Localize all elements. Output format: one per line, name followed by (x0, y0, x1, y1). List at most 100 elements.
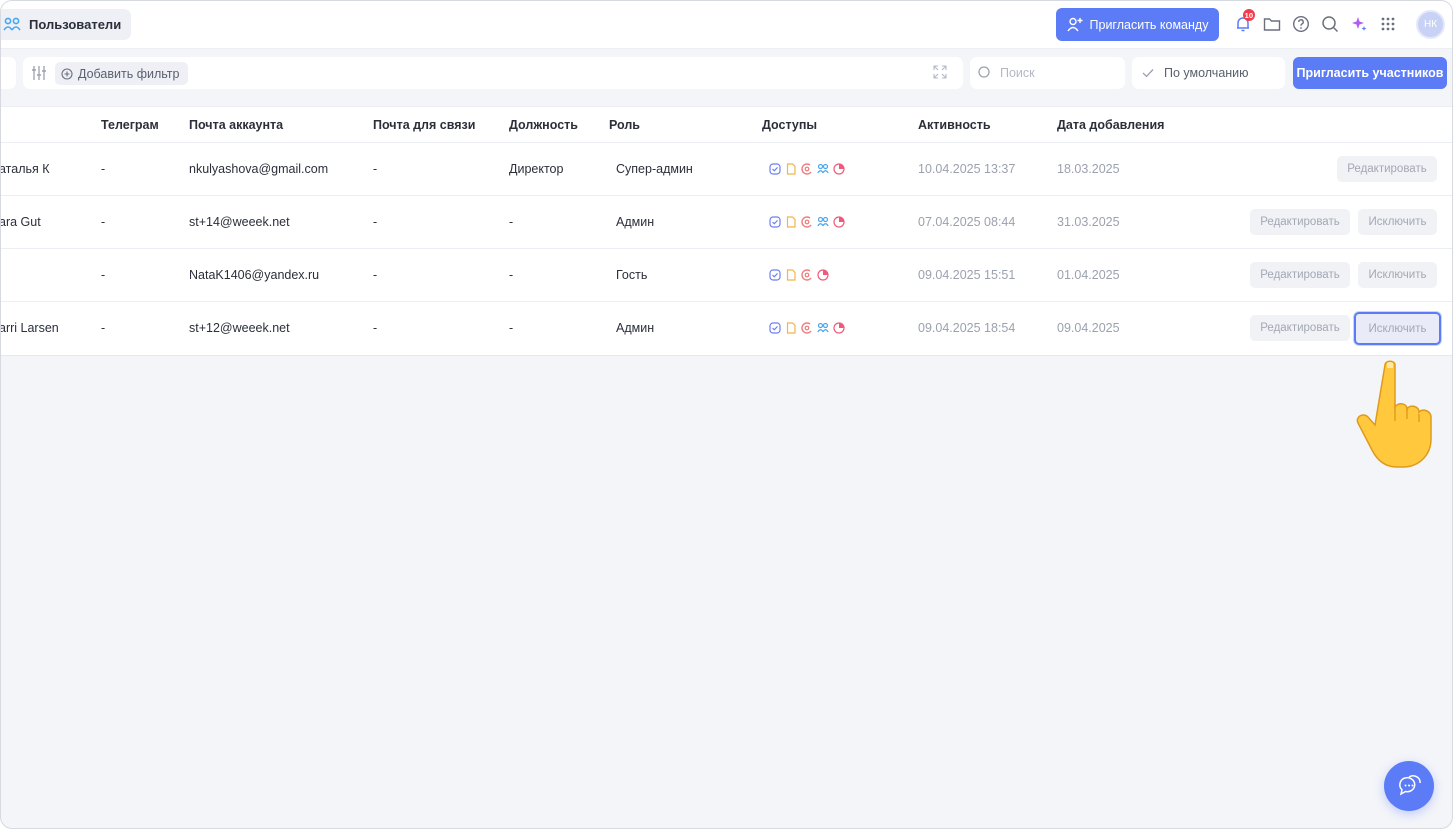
exclude-button[interactable]: Исключить (1354, 312, 1441, 345)
page-tab-users[interactable]: Пользователи (1, 9, 132, 40)
access-icons (769, 322, 845, 334)
column-header-contact-email[interactable]: Почта для связи (373, 118, 475, 132)
date-added-cell: 09.04.2025 (1057, 321, 1120, 335)
role-cell[interactable]: Админ (616, 215, 654, 229)
activity-cell: 09.04.2025 18:54 (918, 321, 1016, 335)
column-header-account-email[interactable]: Почта аккаунта (189, 118, 283, 132)
search-input[interactable] (1000, 66, 1110, 80)
filter-settings-button[interactable] (31, 65, 47, 84)
account-email-cell: st+14@weeek.net (189, 215, 290, 229)
users-icon (3, 17, 21, 30)
activity-cell: 07.04.2025 08:44 (918, 215, 1016, 229)
user-name: ara Gut (0, 215, 41, 229)
tasks-access-icon (769, 163, 781, 175)
analytics-access-icon (817, 269, 829, 281)
folder-icon (1263, 18, 1281, 31)
add-filter-button[interactable]: Добавить фильтр (55, 62, 188, 85)
date-added-cell: 01.04.2025 (1057, 268, 1120, 282)
page-title: Пользователи (29, 17, 122, 32)
sparkle-icon (1352, 17, 1367, 31)
add-filter-label: Добавить фильтр (78, 66, 180, 81)
column-header-position[interactable]: Должность (509, 118, 578, 132)
contact-email-cell: - (373, 162, 378, 176)
invite-team-button[interactable]: Пригласить команду (1056, 8, 1219, 41)
tasks-access-icon (769, 269, 781, 281)
telegram-cell: - (101, 215, 106, 229)
column-header-access[interactable]: Доступы (762, 118, 817, 132)
files-button[interactable] (1260, 11, 1284, 37)
pointing-hand-icon (1356, 360, 1432, 468)
invite-team-label: Пригласить команду (1089, 17, 1209, 32)
crm-access-icon (801, 216, 813, 228)
edit-button[interactable]: Редактировать (1250, 209, 1350, 235)
sliders-icon (32, 66, 46, 80)
position-cell: - (509, 215, 514, 229)
invite-members-button[interactable]: Пригласить участников (1293, 57, 1447, 89)
column-header-role[interactable]: Роль (609, 118, 640, 132)
search-icon (978, 66, 990, 78)
table-row[interactable]: - NataK1406@yandex.ru - - Гость 09.04.20… (1, 249, 1452, 302)
help-button[interactable] (1289, 11, 1313, 37)
view-toggle-button[interactable] (1, 57, 16, 89)
telegram-cell: - (101, 162, 106, 176)
edit-button[interactable]: Редактировать (1250, 262, 1350, 288)
top-icons: 10 (1231, 9, 1400, 37)
contact-email-cell: - (373, 268, 378, 282)
exclude-button[interactable]: Исключить (1358, 209, 1437, 235)
top-bar: Пользователи Пригласить команду 10 НК (1, 1, 1452, 49)
app-window: Пользователи Пригласить команду 10 НК До… (0, 0, 1453, 829)
contact-email-cell: - (373, 215, 378, 229)
edit-button[interactable]: Редактировать (1250, 315, 1350, 341)
docs-access-icon (785, 163, 797, 175)
table-row[interactable]: аталья К - nkulyashova@gmail.com - Дирек… (1, 143, 1452, 196)
telegram-cell: - (101, 321, 106, 335)
chat-button[interactable] (1384, 761, 1434, 811)
docs-access-icon (785, 322, 797, 334)
add-user-icon (1066, 17, 1083, 32)
contact-email-cell: - (373, 321, 378, 335)
column-header-date-added[interactable]: Дата добавления (1057, 118, 1164, 132)
help-icon (1292, 15, 1310, 33)
users-access-icon (817, 322, 829, 334)
edit-button[interactable]: Редактировать (1337, 156, 1437, 182)
search-field[interactable] (970, 57, 1125, 89)
apps-button[interactable] (1376, 11, 1400, 37)
expand-icon (933, 65, 947, 79)
search-button[interactable] (1318, 11, 1342, 37)
activity-cell: 10.04.2025 13:37 (918, 162, 1016, 176)
ai-button[interactable] (1347, 11, 1371, 37)
users-access-icon (817, 163, 829, 175)
user-name: аталья К (0, 162, 50, 176)
chat-icon (1399, 775, 1421, 796)
grid-icon (1381, 17, 1395, 31)
account-email-cell: nkulyashova@gmail.com (189, 162, 329, 176)
tasks-access-icon (769, 216, 781, 228)
telegram-cell: - (101, 268, 106, 282)
analytics-access-icon (833, 216, 845, 228)
access-icons (769, 216, 845, 228)
account-email-cell: NataK1406@yandex.ru (189, 268, 320, 282)
position-cell: - (509, 268, 514, 282)
table-row[interactable]: ara Gut - st+14@weeek.net - - Админ 07.0… (1, 196, 1452, 249)
crm-access-icon (801, 322, 813, 334)
account-email-cell: st+12@weeek.net (189, 321, 290, 335)
users-access-icon (817, 216, 829, 228)
column-header-telegram[interactable]: Телеграм (101, 118, 159, 132)
role-cell[interactable]: Супер-админ (616, 162, 693, 176)
position-cell: Директор (509, 162, 564, 176)
sort-select[interactable]: По умолчанию (1132, 57, 1285, 89)
filter-bar: Добавить фильтр По умолчанию Пригласить … (1, 49, 1452, 106)
role-cell[interactable]: Админ (616, 321, 654, 335)
column-header-activity[interactable]: Активность (918, 118, 991, 132)
notifications-button[interactable]: 10 (1231, 9, 1255, 37)
role-cell[interactable]: Гость (616, 268, 647, 282)
exclude-button[interactable]: Исключить (1358, 262, 1437, 288)
table-row[interactable]: arri Larsen - st+12@weeek.net - - Админ … (1, 302, 1452, 355)
sort-label: По умолчанию (1164, 66, 1249, 80)
expand-button[interactable] (933, 65, 947, 82)
activity-cell: 09.04.2025 15:51 (918, 268, 1016, 282)
avatar[interactable]: НК (1416, 10, 1445, 39)
date-added-cell: 31.03.2025 (1057, 215, 1120, 229)
tasks-access-icon (769, 322, 781, 334)
notifications-badge: 10 (1242, 9, 1255, 21)
